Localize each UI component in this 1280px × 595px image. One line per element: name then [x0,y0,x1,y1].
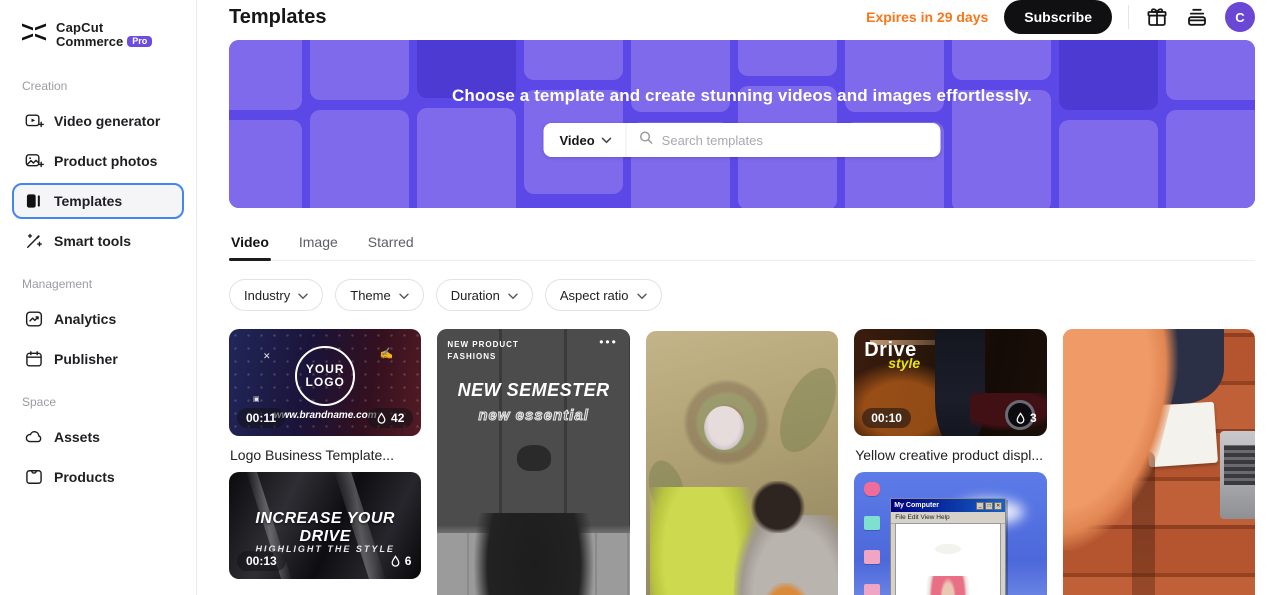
template-card-retro-desktop[interactable]: My Computer _ □ ✕ File Edit View Help [854,472,1047,595]
overlay-menu-dots: ••• [599,335,618,349]
chevron-down-icon [636,288,647,303]
top-bar: Templates Expires in 29 days Subscribe C [197,0,1280,34]
overlay-subline: new essential [478,407,589,425]
billing-cards-icon[interactable] [1185,5,1209,29]
sidebar-item-smart-tools[interactable]: Smart tools [12,223,184,259]
filter-theme[interactable]: Theme [335,279,424,311]
package-icon [24,467,44,487]
flame-drop-icon [391,554,400,567]
magic-wand-icon [24,231,44,251]
duration-badge: 00:13 [237,551,286,571]
tab-image[interactable]: Image [297,228,340,260]
sidebar-item-product-photos[interactable]: Product photos [12,143,184,179]
pro-badge: Pro [127,35,153,48]
content-area: Choose a template and create stunning vi… [197,34,1280,595]
your-logo-placeholder: YOUR LOGO [295,346,356,407]
filter-aspect-ratio[interactable]: Aspect ratio [544,279,662,311]
brand-logo[interactable]: CapCut Commerce Pro [12,16,184,49]
sidebar-item-assets[interactable]: Assets [12,419,184,455]
overlay-headline: INCREASE YOUR DRIVE [255,509,395,545]
brand-name-line1: CapCut [56,19,104,35]
template-card-new-semester[interactable]: NEW PRODUCT FASHIONS ••• NEW SEMESTER ne… [437,329,630,595]
template-grid: ✕ ✍ ▣ YOUR LOGO www.brandname.com 00:11 … [229,329,1256,595]
retro-window: My Computer _ □ ✕ File Edit View Help [890,498,1007,595]
usage-badge: 6 [381,551,414,571]
sidebar-item-video-generator[interactable]: Video generator [12,103,184,139]
search-input[interactable] [661,132,929,148]
duration-badge: 00:10 [862,408,911,428]
sidebar-item-products[interactable]: Products [12,459,184,495]
sidebar-item-templates[interactable]: Templates [12,183,184,219]
search-category-value: Video [559,132,595,148]
tab-starred[interactable]: Starred [366,228,416,260]
template-title[interactable]: Logo Business Template... [230,446,420,464]
flame-drop-icon [1016,411,1025,424]
filter-bar: Industry Theme Duration Aspect ratio [229,279,1255,311]
video-generator-icon [24,111,44,131]
sidebar: CapCut Commerce Pro Creation Video gener… [0,0,197,595]
sidebar-section-space: Space [22,395,57,409]
calendar-icon [24,349,44,369]
topbar-divider [1128,5,1129,29]
sidebar-section-management: Management [22,277,93,291]
duration-badge: 00:11 [237,408,286,428]
tab-video[interactable]: Video [229,228,271,261]
search-icon [639,130,654,150]
chevron-down-icon [298,288,308,303]
cloud-icon [24,427,44,447]
chevron-down-icon [399,288,409,303]
template-card-drive-style[interactable]: Drive style 00:10 3 [854,329,1047,436]
overlay-headline: NEW SEMESTER [457,380,610,400]
template-title[interactable]: Yellow creative product displ... [855,446,1045,464]
chevron-down-icon [508,288,518,303]
sidebar-section-creation: Creation [22,79,68,93]
retro-window-title: My Computer [894,502,939,509]
template-search-bar: Video [543,123,941,157]
search-category-dropdown[interactable]: Video [544,123,627,157]
chevron-down-icon [601,131,612,149]
trial-expires-text: Expires in 29 days [866,9,989,25]
overlay-word-style: style [888,355,921,371]
media-tabs: Video Image Starred [229,228,1255,261]
filter-industry[interactable]: Industry [229,279,324,311]
subscribe-button[interactable]: Subscribe [1004,0,1112,34]
user-avatar[interactable]: C [1225,2,1255,32]
product-photos-icon [24,151,44,171]
app-window: CapCut Commerce Pro Creation Video gener… [0,0,1280,595]
usage-badge: 3 [1006,408,1039,428]
sidebar-item-analytics[interactable]: Analytics [12,301,184,337]
hero-banner: Choose a template and create stunning vi… [229,40,1255,208]
filter-duration[interactable]: Duration [435,279,533,311]
template-card-logo-business[interactable]: ✕ ✍ ▣ YOUR LOGO www.brandname.com 00:11 … [229,329,422,436]
banner-headline: Choose a template and create stunning vi… [451,86,1033,105]
overlay-tag: NEW PRODUCT FASHIONS [447,340,519,361]
template-card-increase-drive[interactable]: INCREASE YOUR DRIVE HIGHLIGHT THE STYLE … [229,472,422,579]
main-area: Templates Expires in 29 days Subscribe C… [197,0,1280,595]
gift-icon[interactable] [1145,5,1169,29]
template-card-table-hand[interactable] [1062,329,1256,595]
template-card-mural-duo[interactable] [645,331,839,595]
sidebar-item-publisher[interactable]: Publisher [12,341,184,377]
usage-badge: 42 [367,408,414,428]
flame-drop-icon [377,411,386,424]
brand-name-line2: Commerce [56,33,124,49]
analytics-chart-icon [24,309,44,329]
capcut-logo-icon [20,20,48,49]
templates-icon [24,191,44,211]
page-title: Templates [229,5,327,28]
